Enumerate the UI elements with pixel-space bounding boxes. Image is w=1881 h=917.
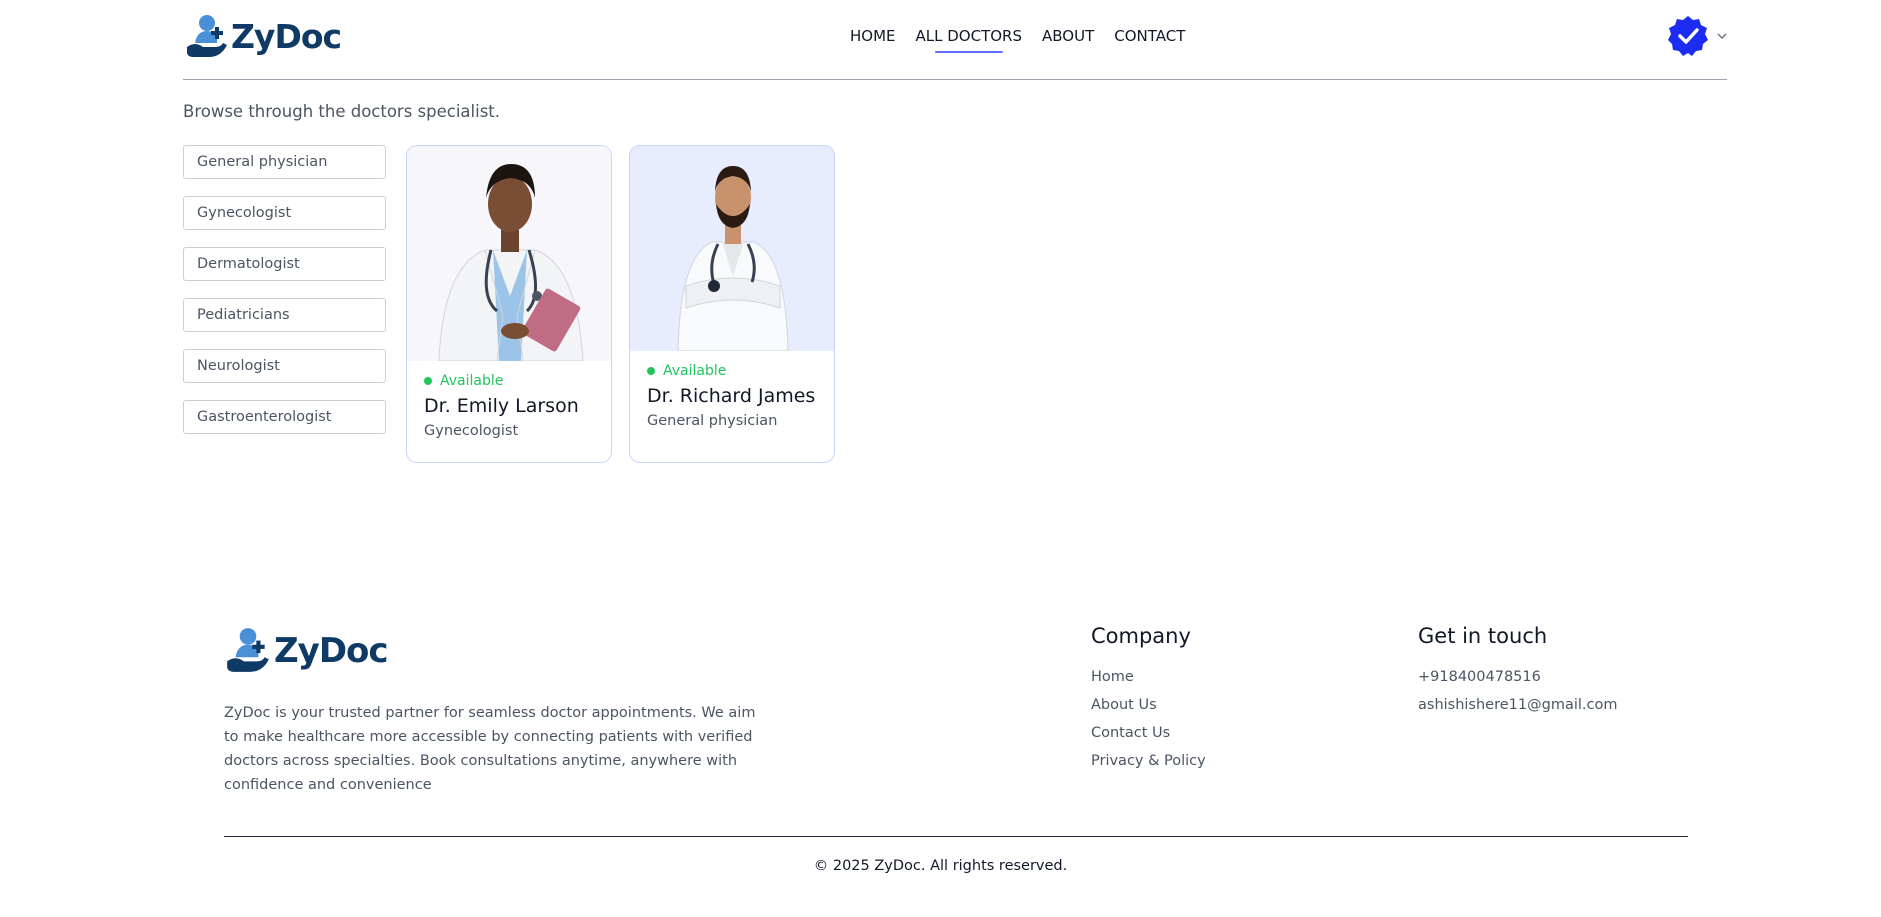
filter-gastroenterologist[interactable]: Gastroenterologist [183, 400, 386, 434]
nav-about[interactable]: ABOUT [1042, 24, 1094, 52]
doctor-info: Available Dr. Richard James General phys… [630, 351, 834, 429]
status-dot-icon [424, 377, 432, 385]
status-dot-icon [647, 367, 655, 375]
doctor-speciality: Gynecologist [424, 423, 519, 439]
copyright: © 2025 ZyDoc. All rights reserved. [813, 858, 1068, 874]
footer-description: ZyDoc is your trusted partner for seamle… [224, 705, 756, 793]
doctor-speciality: General physician [647, 413, 778, 429]
brand-logo[interactable]: ZyDoc [185, 13, 342, 61]
zydoc-logo-icon [187, 15, 227, 57]
footer-email: ashishishere11@gmail.com [1418, 697, 1618, 713]
nav-contact[interactable]: CONTACT [1114, 24, 1185, 52]
footer-contact: Get in touch +918400478516 ashishishere1… [1418, 624, 1617, 723]
intro-text: Browse through the doctors specialist. [183, 102, 501, 121]
availability-label: Available [440, 373, 504, 389]
nav-all-doctors[interactable]: ALL DOCTORS [916, 24, 1022, 53]
footer-link-home[interactable]: Home [1091, 667, 1206, 695]
profile-menu[interactable] [1667, 15, 1729, 57]
filter-neurologist[interactable]: Neurologist [183, 349, 386, 383]
availability-status: Available [424, 373, 594, 389]
doctor-cards: Available Dr. Emily Larson Gynecologist [406, 145, 835, 463]
footer-company-heading: Company [1091, 624, 1191, 648]
filter-gynecologist[interactable]: Gynecologist [183, 196, 386, 230]
doctor-name: Dr. Emily Larson [424, 395, 579, 417]
availability-label: Available [663, 363, 727, 379]
zydoc-logo-icon [227, 628, 269, 672]
footer-brand-name: ZyDoc [274, 631, 389, 671]
filter-general-physician[interactable]: General physician [183, 145, 386, 179]
footer-link-about[interactable]: About Us [1091, 695, 1206, 723]
doctor-richard-photo-icon [677, 166, 789, 351]
footer-company: Company Home About Us Contact Us Privacy… [1091, 624, 1206, 779]
nav-home[interactable]: HOME [850, 24, 896, 52]
filter-dermatologist[interactable]: Dermatologist [183, 247, 386, 281]
doctor-info: Available Dr. Emily Larson Gynecologist [407, 361, 611, 439]
footer-contact-heading: Get in touch [1418, 624, 1548, 648]
doctor-emily-photo-icon [438, 164, 584, 361]
doctor-name: Dr. Richard James [647, 385, 816, 407]
footer-divider [224, 836, 1688, 837]
doctor-card[interactable]: Available Dr. Richard James General phys… [629, 145, 835, 463]
chevron-down-icon [1717, 33, 1727, 40]
doctor-photo [407, 146, 611, 361]
main-nav: HOME ALL DOCTORS ABOUT CONTACT [850, 24, 1185, 53]
verified-badge-icon [1668, 16, 1708, 56]
doctor-card[interactable]: Available Dr. Emily Larson Gynecologist [406, 145, 612, 463]
navbar: ZyDoc HOME ALL DOCTORS ABOUT CONTACT [183, 0, 1727, 80]
brand-name: ZyDoc [231, 17, 342, 56]
footer-phone: +918400478516 [1418, 669, 1541, 685]
footer-logo[interactable]: ZyDoc [224, 626, 389, 676]
filter-pediatricians[interactable]: Pediatricians [183, 298, 386, 332]
doctor-photo [630, 146, 834, 351]
footer-link-contact[interactable]: Contact Us [1091, 723, 1206, 751]
speciality-filters: General physician Gynecologist Dermatolo… [183, 145, 386, 434]
availability-status: Available [647, 363, 817, 379]
footer-link-privacy[interactable]: Privacy & Policy [1091, 751, 1206, 779]
